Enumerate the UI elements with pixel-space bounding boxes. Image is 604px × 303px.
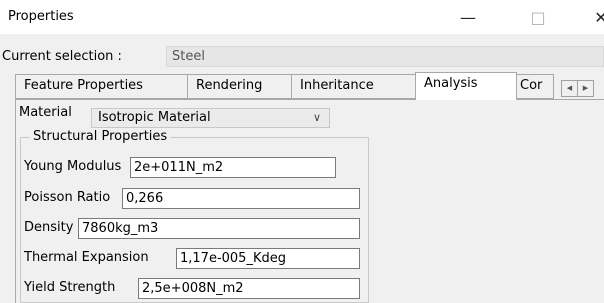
close-button[interactable]: ✕ xyxy=(578,0,604,34)
tab-scroll-left-icon[interactable]: ◀ xyxy=(561,80,578,97)
tab-inheritance[interactable]: Inheritance xyxy=(291,74,416,99)
minimize-button[interactable]: — xyxy=(445,0,491,34)
tab-analysis[interactable]: Analysis xyxy=(415,72,517,100)
yield-strength-field[interactable]: 2,5e+008N_m2 xyxy=(138,278,360,299)
material-label: Material xyxy=(19,105,72,120)
thermal-expansion-label: Thermal Expansion xyxy=(24,250,149,265)
title-bar: Properties — □ ✕ xyxy=(0,0,604,34)
young-modulus-label: Young Modulus xyxy=(24,159,122,174)
structural-properties-legend: Structural Properties xyxy=(30,129,171,144)
tab-cor[interactable]: Cor xyxy=(516,74,554,99)
tab-scroll-right-icon[interactable]: ▶ xyxy=(577,80,594,97)
material-selected-value: Isotropic Material xyxy=(98,110,211,125)
window-title: Properties xyxy=(8,9,74,24)
current-selection-label: Current selection : xyxy=(2,49,122,64)
yield-strength-label: Yield Strength xyxy=(24,280,116,295)
poisson-ratio-label: Poisson Ratio xyxy=(24,190,111,205)
maximize-button[interactable]: □ xyxy=(515,0,561,34)
tab-feature-properties[interactable]: Feature Properties xyxy=(15,74,188,99)
chevron-down-icon: ∨ xyxy=(312,111,321,124)
tab-rendering[interactable]: Rendering xyxy=(187,74,292,99)
density-label: Density xyxy=(24,220,74,235)
tab-scroll-arrows: ◀ ▶ xyxy=(561,80,594,97)
poisson-ratio-field[interactable]: 0,266 xyxy=(122,188,360,209)
density-field[interactable]: 7860kg_m3 xyxy=(78,218,360,239)
current-selection-field[interactable]: Steel xyxy=(166,46,604,67)
young-modulus-field[interactable]: 2e+011N_m2 xyxy=(130,157,336,178)
material-dropdown[interactable]: Isotropic Material ∨ xyxy=(91,108,330,128)
thermal-expansion-field[interactable]: 1,17e-005_Kdeg xyxy=(176,248,360,269)
